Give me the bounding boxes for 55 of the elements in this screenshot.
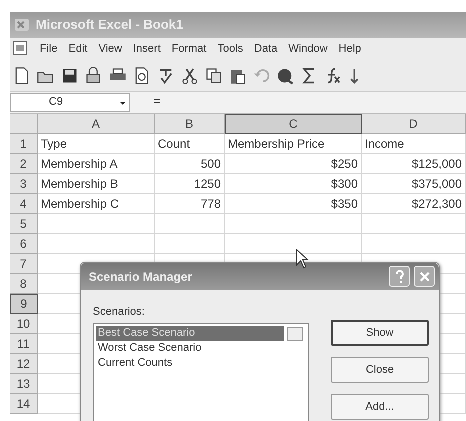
menu-item[interactable]: Edit xyxy=(68,40,88,58)
window-title: Microsoft Excel - Book1 xyxy=(36,16,184,34)
table-cell[interactable]: $300 xyxy=(225,174,362,194)
column-header[interactable]: B xyxy=(155,114,225,134)
row-header[interactable]: 14 xyxy=(10,394,38,414)
table-cell[interactable]: $272,300 xyxy=(362,194,466,214)
menu-item[interactable]: File xyxy=(40,40,58,58)
formula-equals: = xyxy=(154,95,160,110)
table-cell[interactable]: 1250 xyxy=(155,174,225,194)
table-cell[interactable]: Income xyxy=(362,134,466,154)
dialog-title: Scenario Manager xyxy=(89,268,192,286)
table-cell[interactable]: Type xyxy=(38,134,155,154)
name-box[interactable]: C9 xyxy=(10,93,130,112)
table-cell[interactable]: Membership C xyxy=(38,194,155,214)
row-header[interactable]: 8 xyxy=(10,274,38,294)
table-cell[interactable]: 778 xyxy=(155,194,225,214)
column-header[interactable]: A xyxy=(38,114,155,134)
table-cell[interactable]: Count xyxy=(155,134,225,154)
list-item[interactable]: Best Case Scenario xyxy=(96,326,284,340)
menu-item[interactable]: Help xyxy=(338,40,362,58)
row-header[interactable]: 9 xyxy=(10,294,38,314)
table-cell[interactable]: $350 xyxy=(225,194,362,214)
row-header[interactable]: 10 xyxy=(10,314,38,334)
row-header[interactable]: 11 xyxy=(10,334,38,354)
dialog-button[interactable]: Close xyxy=(331,357,429,383)
row-header[interactable]: 12 xyxy=(10,354,38,374)
table-cell[interactable]: Membership A xyxy=(38,154,155,174)
row-header[interactable]: 5 xyxy=(10,214,38,234)
table-cell[interactable]: 500 xyxy=(155,154,225,174)
list-item[interactable]: Worst Case Scenario xyxy=(96,340,284,356)
row-header[interactable]: 4 xyxy=(10,194,38,214)
scenarios-label: Scenarios: xyxy=(93,305,146,320)
table-cell[interactable]: $125,000 xyxy=(362,154,466,174)
list-item[interactable]: Current Counts xyxy=(96,356,284,370)
menu-item[interactable]: Window xyxy=(288,40,328,58)
row-header[interactable]: 6 xyxy=(10,234,38,254)
row-header[interactable]: 1 xyxy=(10,134,38,154)
column-header[interactable]: C xyxy=(225,114,362,134)
table-cell[interactable]: Membership B xyxy=(38,174,155,194)
dialog-button[interactable]: Show xyxy=(331,320,429,346)
row-header[interactable]: 2 xyxy=(10,154,38,174)
table-cell[interactable]: Membership Price xyxy=(225,134,362,154)
row-header[interactable]: 7 xyxy=(10,254,38,274)
menu-item[interactable]: Format xyxy=(172,40,207,58)
table-cell[interactable]: $375,000 xyxy=(362,174,466,194)
dialog-button[interactable]: Add... xyxy=(331,394,429,420)
table-cell[interactable]: $250 xyxy=(225,154,362,174)
row-header[interactable]: 3 xyxy=(10,174,38,194)
menu-item[interactable]: Data xyxy=(254,40,278,58)
menu-item[interactable]: View xyxy=(98,40,122,58)
menu-item[interactable]: Tools xyxy=(218,40,244,58)
menu-item[interactable]: Insert xyxy=(133,40,161,58)
row-header[interactable]: 13 xyxy=(10,374,38,394)
column-header[interactable]: D xyxy=(362,114,466,134)
scenario-list[interactable]: Best Case Scenario Worst Case Scenario Current Counts xyxy=(93,322,309,421)
